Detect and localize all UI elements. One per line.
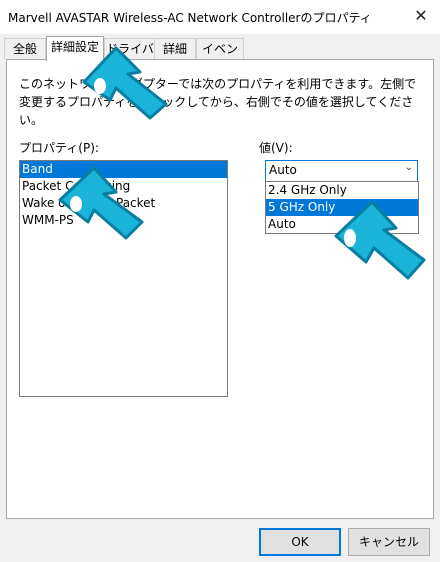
value-select-current: Auto <box>269 163 297 177</box>
pointer-cursor-icon <box>334 200 426 280</box>
value-select[interactable]: Auto ⌄ <box>265 160 418 182</box>
chevron-down-icon[interactable]: ⌄ <box>405 162 413 173</box>
ok-button[interactable]: OK <box>259 528 341 556</box>
pointer-cursor-icon <box>58 166 144 240</box>
property-label: プロパティ(P): <box>19 141 99 155</box>
value-label: 値(V): <box>259 141 293 155</box>
cancel-button[interactable]: キャンセル <box>348 528 430 556</box>
window-title: Marvell AVASTAR Wireless-AC Network Cont… <box>8 11 372 25</box>
close-icon[interactable]: ✕ <box>408 4 434 28</box>
tab-events[interactable]: イベント <box>196 38 244 76</box>
tab-strip: 全般 詳細設定 ドライバー 詳細 イベント <box>0 36 440 76</box>
advanced-panel: このネットワーク アダプターでは次のプロパティを利用できます。左側で変更するプロ… <box>6 59 434 519</box>
title-bar: Marvell AVASTAR Wireless-AC Network Cont… <box>0 0 440 34</box>
pointer-cursor-icon <box>82 46 168 120</box>
tab-general[interactable]: 全般 <box>4 38 46 59</box>
